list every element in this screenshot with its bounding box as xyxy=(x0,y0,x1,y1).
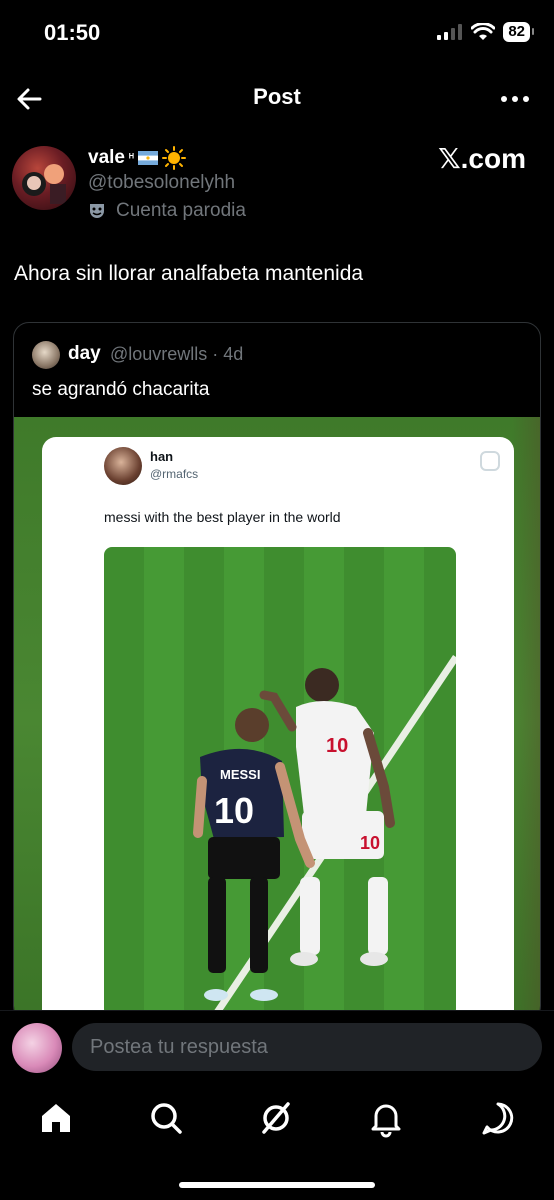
embedded-post-text: messi with the best player in the world xyxy=(104,509,341,525)
embedded-author-name: han xyxy=(150,449,174,464)
signal-icon xyxy=(437,24,463,40)
quote-author-handle: @louvrewlls xyxy=(110,344,208,364)
embedded-options-icon xyxy=(480,451,500,471)
theater-mask-icon xyxy=(90,204,104,218)
parody-label-text: Cuenta parodia xyxy=(116,200,246,221)
embedded-author-avatar xyxy=(104,447,142,485)
home-icon[interactable] xyxy=(36,1098,76,1138)
argentina-flag-icon xyxy=(137,151,158,165)
reply-input[interactable]: Postea tu respuesta xyxy=(72,1023,542,1071)
home-indicator xyxy=(179,1182,375,1188)
battery-indicator: 82 xyxy=(503,22,534,42)
page-title: Post xyxy=(253,84,301,109)
meta-separator: · xyxy=(207,344,224,364)
author-name-text: vale xyxy=(88,147,125,168)
bottom-tab-bar xyxy=(0,1084,554,1200)
source-badge: 𝕏.com xyxy=(438,143,526,174)
embedded-author-handle: @rmafcs xyxy=(150,467,199,481)
post-text: Ahora sin llorar analfabeta mantenida xyxy=(14,262,364,285)
quote-media-image[interactable]: han @rmafcs messi with the best player i… xyxy=(14,417,540,1021)
embedded-post-screenshot: han @rmafcs messi with the best player i… xyxy=(42,437,514,1021)
quote-author-avatar[interactable] xyxy=(32,341,60,369)
grok-icon[interactable] xyxy=(256,1098,296,1138)
quote-author-name[interactable]: day xyxy=(68,343,101,365)
status-icons: 82 xyxy=(437,22,534,42)
jersey-name-left: MESSI xyxy=(220,767,260,782)
author-handle[interactable]: @tobesolonelyhh xyxy=(88,172,235,194)
user-avatar[interactable] xyxy=(12,1023,62,1073)
shorts-number-right: 10 xyxy=(360,833,380,853)
quoted-post-card[interactable]: day @louvrewlls · 4d se agrandó chacarit… xyxy=(13,322,541,1022)
messages-icon[interactable] xyxy=(478,1098,518,1138)
author-name-suffix: ᴴ xyxy=(128,152,134,164)
quote-author-meta: @louvrewlls · 4d xyxy=(110,344,243,365)
reply-bar: Postea tu respuesta xyxy=(0,1010,554,1084)
author-avatar[interactable] xyxy=(12,146,76,210)
jersey-number-left: 10 xyxy=(214,790,254,831)
quote-text: se agrandó chacarita xyxy=(32,379,210,400)
quote-time: 4d xyxy=(223,344,244,364)
jersey-number-right: 10 xyxy=(326,735,348,757)
notifications-icon[interactable] xyxy=(366,1098,406,1138)
author-name[interactable]: vale ᴴ xyxy=(88,146,186,170)
wifi-icon xyxy=(471,23,496,40)
status-time: 01:50 xyxy=(44,20,101,45)
parody-label: Cuenta parodia xyxy=(88,200,246,222)
more-options-icon[interactable] xyxy=(500,94,530,104)
football-photo: 10 10 MESSI 10 xyxy=(104,547,456,1017)
search-icon[interactable] xyxy=(146,1098,186,1138)
sun-icon xyxy=(161,146,186,170)
